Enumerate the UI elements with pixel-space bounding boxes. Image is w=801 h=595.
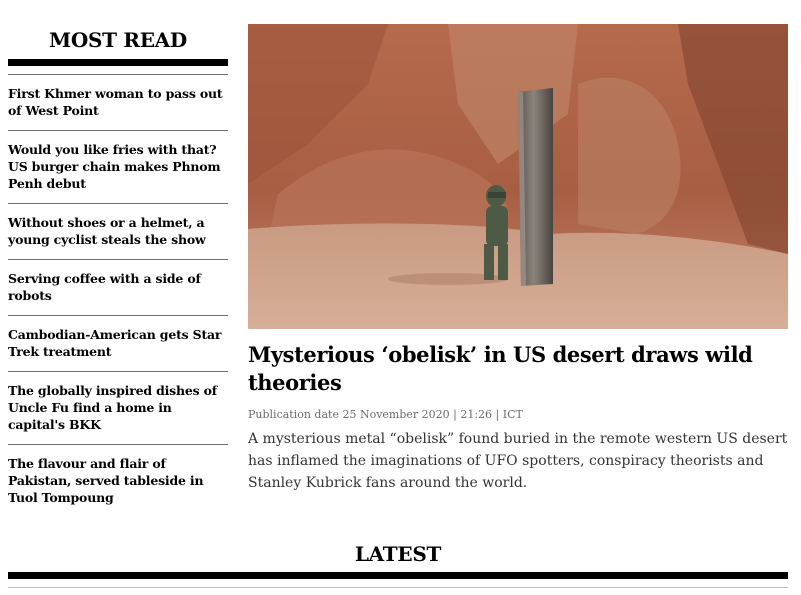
most-read-link[interactable]: Cambodian-American gets Star Trek treatm…: [8, 326, 228, 360]
most-read-link[interactable]: The flavour and flair of Pakistan, serve…: [8, 455, 228, 506]
most-read-heading: MOST READ: [49, 28, 187, 52]
most-read-item: The flavour and flair of Pakistan, serve…: [8, 444, 228, 506]
most-read-item: Cambodian-American gets Star Trek treatm…: [8, 315, 228, 371]
article-headline[interactable]: Mysterious ‘obelisk’ in US desert draws …: [248, 341, 788, 397]
latest-section: LATEST: [8, 540, 788, 588]
article-summary: A mysterious metal “obelisk” found burie…: [248, 431, 788, 491]
latest-divider: [8, 572, 788, 579]
article-hero-image[interactable]: [248, 24, 788, 329]
latest-thin-divider: [8, 587, 788, 588]
most-read-sidebar: MOST READ First Khmer woman to pass out …: [8, 26, 228, 506]
most-read-link[interactable]: First Khmer woman to pass out of West Po…: [8, 85, 228, 119]
featured-article: Mysterious ‘obelisk’ in US desert draws …: [248, 24, 788, 508]
most-read-link[interactable]: The globally inspired dishes of Uncle Fu…: [8, 382, 228, 433]
publication-date: Publication date 25 November 2020 | 21:2…: [248, 408, 523, 421]
most-read-item: Would you like fries with that? US burge…: [8, 130, 228, 203]
most-read-link[interactable]: Would you like fries with that? US burge…: [8, 141, 228, 192]
most-read-list: First Khmer woman to pass out of West Po…: [8, 74, 228, 506]
most-read-item: Serving coffee with a side of robots: [8, 259, 228, 315]
most-read-divider: [8, 59, 228, 66]
most-read-item: First Khmer woman to pass out of West Po…: [8, 74, 228, 130]
most-read-item: The globally inspired dishes of Uncle Fu…: [8, 371, 228, 444]
latest-heading: LATEST: [354, 542, 442, 566]
most-read-link[interactable]: Without shoes or a helmet, a young cycli…: [8, 214, 228, 248]
most-read-link[interactable]: Serving coffee with a side of robots: [8, 270, 228, 304]
most-read-item: Without shoes or a helmet, a young cycli…: [8, 203, 228, 259]
